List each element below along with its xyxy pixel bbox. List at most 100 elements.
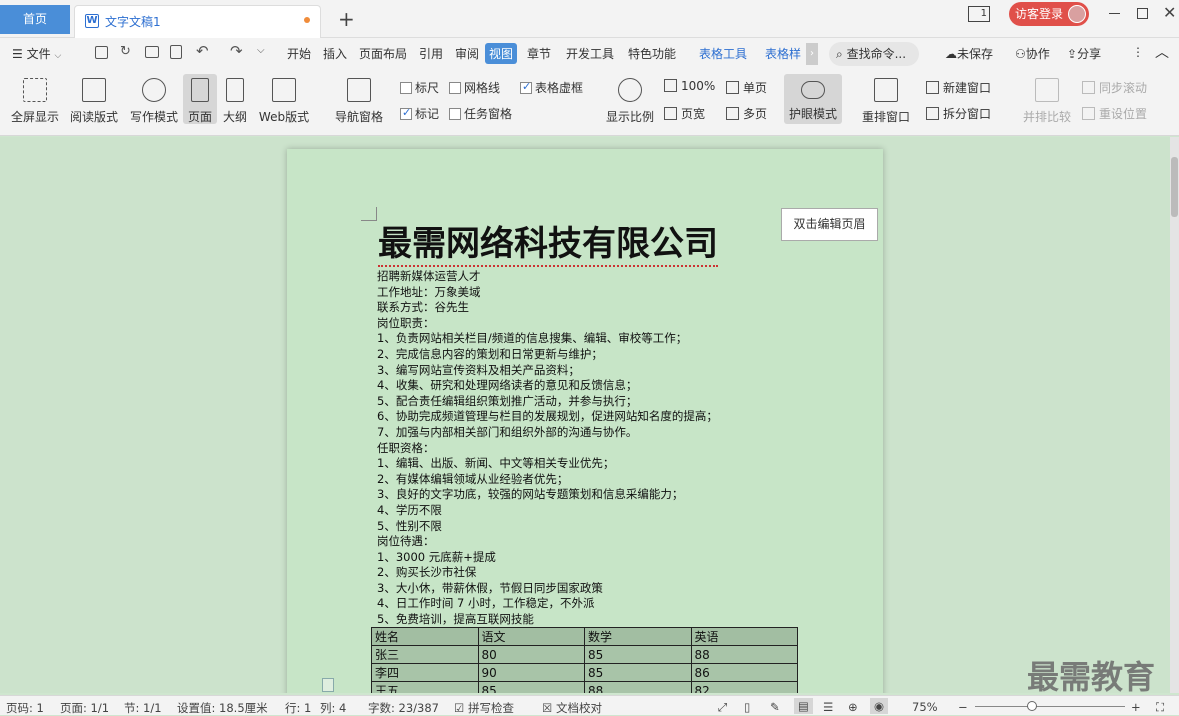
document-line[interactable]: 4、学历不限 [377,503,797,519]
document-line[interactable]: 招聘新媒体运营人才 [377,269,797,285]
collapse-ribbon-icon[interactable]: ︿ [1155,42,1169,62]
zoom-level[interactable]: 75% [912,700,938,714]
gridlines-checkbox[interactable]: 网格线 [449,79,500,96]
document-line[interactable]: 2、有媒体编辑领域从业经验者优先； [377,472,797,488]
document-line[interactable]: 5、免费培训，提高互联网技能 [377,612,797,628]
ruler-checkbox[interactable]: 标尺 [400,79,439,96]
window-list-button[interactable]: 1 [968,6,990,22]
minimize-button[interactable] [1108,6,1122,20]
document-line[interactable]: 2、完成信息内容的策划和日常更新与维护； [377,347,797,363]
menu-start[interactable]: 开始 [287,45,311,62]
single-page-button[interactable]: 单页 [726,79,767,96]
status-words[interactable]: 字数: 23/387 [368,700,439,716]
web-view-button[interactable]: Web版式 [256,78,312,125]
table-header-cell[interactable]: 语文 [477,627,585,646]
reading-mode-icon[interactable]: ▯ [744,700,750,714]
document-body[interactable]: 招聘新媒体运营人才 工作地址：万象美域 联系方式：谷先生 岗位职责： 1、负责网站相关栏… [377,269,797,628]
menu-chapter[interactable]: 章节 [527,45,551,62]
close-button[interactable]: ✕ [1163,3,1176,22]
command-search[interactable]: ⌕ 查找命令... [829,42,919,66]
menu-table-tools[interactable]: 表格工具 [699,45,747,62]
table-header-cell[interactable]: 英语 [690,627,798,646]
outline-button[interactable]: 大纲 [221,78,249,125]
document-line[interactable]: 1、编辑、出版、新闻、中文等相关专业优先； [377,456,797,472]
document-line[interactable]: 工作地址：万象美域 [377,285,797,301]
eyecare-mode-icon[interactable]: ◉ [870,698,889,714]
status-col[interactable]: 列: 4 [320,700,346,716]
export-icon[interactable]: ↻ [120,44,131,59]
document-line[interactable]: 岗位待遇： [377,534,797,550]
table-cell[interactable]: 李四 [371,663,479,682]
fullscreen-button[interactable]: 全屏显示 [10,78,60,125]
menu-devtools[interactable]: 开发工具 [566,45,614,62]
save-icon[interactable] [95,46,108,59]
document-line[interactable]: 5、配合责任编辑组织策划推广活动，并参与执行； [377,394,797,410]
table-cell[interactable]: 王五 [371,681,479,693]
status-setting[interactable]: 设置值: 18.5厘米 [177,700,268,716]
menu-insert[interactable]: 插入 [323,45,347,62]
zoom-slider-thumb[interactable] [1027,701,1037,711]
document-line[interactable]: 3、编写网站宣传资料及相关产品资料； [377,363,797,379]
mark-checkbox[interactable]: 标记 [400,105,439,122]
spell-check-button[interactable]: ☑ 拼写检查 [454,700,514,716]
undo-icon[interactable]: ↶ [196,42,209,60]
unsaved-button[interactable]: ☁未保存 [945,45,993,62]
eyecare-button[interactable]: 护眼模式 [784,74,842,124]
table-cell[interactable]: 张三 [371,645,479,664]
new-tab-button[interactable]: + [338,7,355,31]
document-line[interactable]: 1、负责网站相关栏目/频道的信息搜集、编辑、审校等工作； [377,331,797,347]
page-nav-icon[interactable] [322,678,334,692]
menu-review[interactable]: 审阅 [455,45,479,62]
navpane-button[interactable]: 导航窗格 [330,78,388,125]
table-gridlines-checkbox[interactable]: 表格虚框 [520,79,583,96]
zoom-out-button[interactable]: − [958,700,968,714]
more-icon[interactable]: ⌵ [257,45,265,56]
status-section[interactable]: 节: 1/1 [124,700,162,716]
collab-button[interactable]: ⚇协作 [1015,45,1050,62]
menu-layout[interactable]: 页面布局 [359,45,407,62]
document-line[interactable]: 7、加强与内部相关部门和组织外部的沟通与协作。 [377,425,797,441]
status-row[interactable]: 行: 1 [285,700,311,716]
document-line[interactable]: 4、日工作时间 7 小时，工作稳定，不外派 [377,596,797,612]
scrollbar-thumb[interactable] [1171,157,1178,217]
table-cell[interactable]: 86 [690,663,798,682]
table-cell[interactable]: 88 [584,681,692,693]
tab-document[interactable]: W 文字文稿1 [74,5,321,38]
tab-home[interactable]: 首页 [0,5,70,34]
maximize-button[interactable] [1137,8,1148,19]
document-line[interactable]: 任职资格： [377,441,797,457]
zoom-button[interactable]: 显示比例 [604,78,656,125]
menu-scroll-right-button[interactable]: › [806,43,818,65]
menu-special[interactable]: 特色功能 [628,45,676,62]
status-page[interactable]: 页码: 1 [6,700,44,716]
document-line[interactable]: 4、收集、研究和处理网络读者的意见和反馈信息； [377,378,797,394]
document-line[interactable]: 6、协助完成频道管理与栏目的发展规划，促进网站知名度的提高； [377,409,797,425]
document-line[interactable]: 岗位职责： [377,316,797,332]
taskpane-checkbox[interactable]: 任务窗格 [449,105,512,122]
document-line[interactable]: 5、性别不限 [377,519,797,535]
writing-button[interactable]: 写作模式 [128,78,180,125]
new-window-button[interactable]: 新建窗口 [926,79,991,96]
redo-icon[interactable]: ↷ [230,42,243,60]
print-icon[interactable] [145,46,159,58]
document-canvas[interactable]: 双击编辑页眉 最需网络科技有限公司 招聘新媒体运营人才 工作地址：万象美域 联系方式… [0,137,1170,693]
table-header-cell[interactable]: 数学 [584,627,692,646]
status-pages[interactable]: 页面: 1/1 [60,700,109,716]
document-line[interactable]: 2、购买长沙市社保 [377,565,797,581]
sync-scroll-button[interactable]: 同步滚动 [1082,79,1147,96]
zoom-slider[interactable] [975,701,1125,711]
table-cell[interactable]: 88 [690,645,798,664]
reset-position-button[interactable]: 重设位置 [1082,105,1147,122]
menu-reference[interactable]: 引用 [419,45,443,62]
more-options-icon[interactable]: ⋮ [1132,45,1144,59]
reading-button[interactable]: 阅读版式 [68,78,120,125]
writing-mode-icon[interactable]: ✎ [770,700,780,714]
table-cell[interactable]: 85 [477,681,585,693]
document-line[interactable]: 3、良好的文字功底，较强的网站专题策划和信息采编能力； [377,487,797,503]
print-preview-icon[interactable] [170,45,182,59]
score-table[interactable]: 姓名 语文 数学 英语 张三 80 85 88 李四 90 85 86 王五 8… [371,627,798,693]
document-title[interactable]: 最需网络科技有限公司 [378,223,718,267]
table-header-cell[interactable]: 姓名 [371,627,479,646]
zoom-100-button[interactable]: 100% [664,79,715,93]
share-button[interactable]: ⇪分享 [1067,45,1101,62]
